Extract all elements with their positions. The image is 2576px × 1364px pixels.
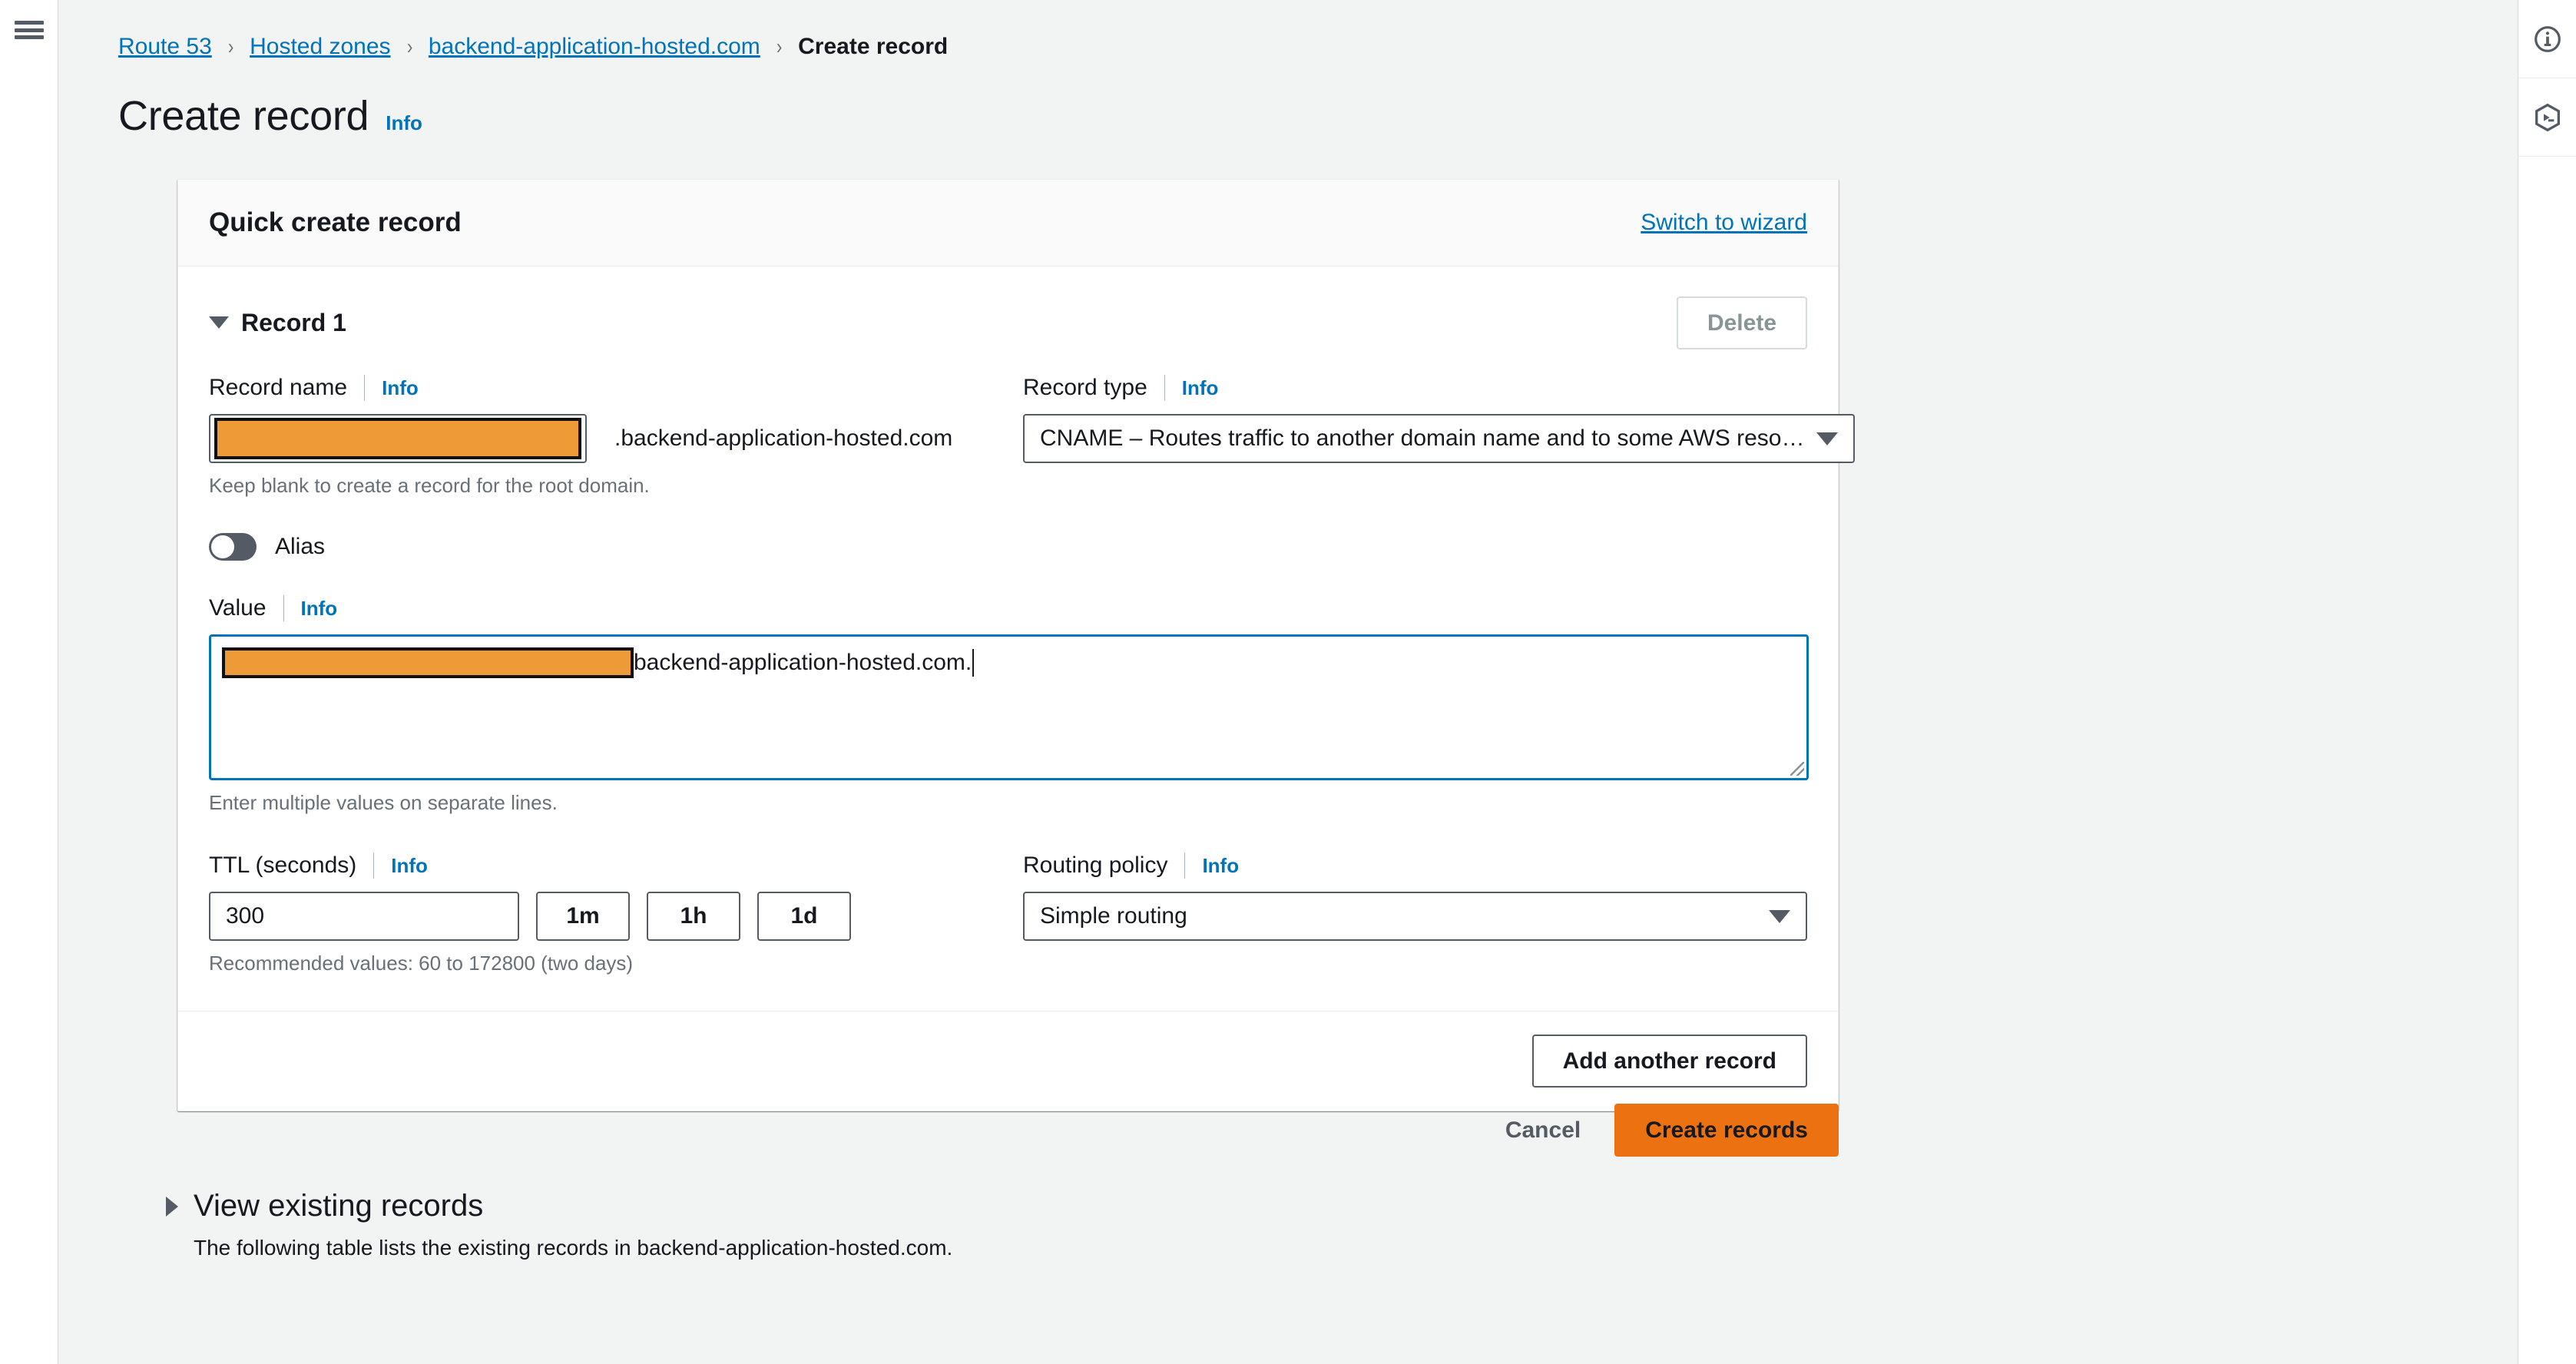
main-content: Route 53 › Hosted zones › backend-applic…: [58, 0, 2518, 1364]
value-label-row: Value Info: [209, 593, 1807, 624]
ttl-preset-1d-button[interactable]: 1d: [757, 892, 851, 941]
hamburger-bar: [15, 21, 44, 25]
card-header: Quick create record Switch to wizard: [178, 180, 1838, 267]
record-type-select[interactable]: CNAME – Routes traffic to another domain…: [1023, 414, 1856, 463]
hamburger-bar: [15, 28, 44, 32]
aws-console-page: Route 53 › Hosted zones › backend-applic…: [0, 0, 2576, 1364]
view-existing-records-expander[interactable]: View existing records: [166, 1189, 1932, 1223]
record-name-domain-suffix: .backend-application-hosted.com: [614, 425, 953, 451]
breadcrumb-separator-icon: ›: [227, 35, 234, 58]
view-existing-records-title: View existing records: [194, 1189, 484, 1223]
ttl-label-row: TTL (seconds) Info: [209, 850, 1023, 881]
name-and-type-row: Record name Info .backend-application-ho…: [209, 372, 1856, 498]
switch-to-wizard-link[interactable]: Switch to wizard: [1641, 210, 1807, 236]
label-divider: [373, 852, 375, 879]
breadcrumb: Route 53 › Hosted zones › backend-applic…: [58, 0, 2518, 60]
menu-hamburger-icon[interactable]: [15, 19, 44, 41]
value-textarea-text: backend-application-hosted.com.: [634, 650, 972, 675]
alias-toggle-row[interactable]: Alias: [209, 533, 1807, 561]
info-circle-icon: [2534, 25, 2561, 52]
breadcrumb-separator-icon: ›: [776, 35, 783, 58]
record-title-label: Record 1: [241, 308, 346, 336]
view-existing-records-description: The following table lists the existing r…: [194, 1236, 953, 1260]
delete-record-button[interactable]: Delete: [1676, 296, 1807, 349]
record-name-info-link[interactable]: Info: [382, 376, 419, 400]
record-type-selected-value: CNAME – Routes traffic to another domain…: [1040, 425, 1805, 451]
hamburger-bar: [15, 35, 44, 39]
add-another-record-button[interactable]: Add another record: [1531, 1035, 1807, 1088]
label-divider: [364, 375, 366, 401]
record-type-info-link[interactable]: Info: [1182, 376, 1219, 400]
alias-toggle[interactable]: [209, 533, 257, 561]
ttl-hint: Recommended values: 60 to 172800 (two da…: [209, 952, 634, 975]
create-records-button[interactable]: Create records: [1614, 1104, 1839, 1157]
record-type-group: Record type Info CNAME – Routes traffic …: [1023, 372, 1856, 498]
routing-policy-select[interactable]: Simple routing: [1023, 892, 1807, 941]
ttl-label: TTL (seconds): [209, 852, 357, 878]
routing-policy-group: Routing policy Info Simple routing: [1023, 850, 1807, 975]
record-type-label-row: Record type Info: [1023, 372, 1855, 403]
breadcrumb-item-hosted-zone-name[interactable]: backend-application-hosted.com: [429, 34, 760, 60]
left-navigation-rail: [0, 0, 58, 1364]
alias-toggle-label: Alias: [275, 534, 326, 559]
record-name-input[interactable]: [209, 414, 587, 463]
routing-policy-selected-value: Simple routing: [1040, 903, 1187, 929]
ttl-group: TTL (seconds) Info 300 1m 1h 1d Recommen…: [209, 850, 1023, 975]
breadcrumb-separator-icon: ›: [406, 35, 412, 58]
routing-policy-label-row: Routing policy Info: [1023, 850, 1807, 881]
text-cursor: [972, 649, 975, 677]
card-title: Quick create record: [209, 207, 462, 237]
record-name-input-row: .backend-application-hosted.com: [209, 414, 1023, 463]
page-info-link[interactable]: Info: [386, 111, 422, 135]
label-divider: [1184, 852, 1186, 879]
routing-policy-info-link[interactable]: Info: [1202, 854, 1239, 878]
redaction-overlay: [214, 418, 581, 459]
view-existing-records-section: View existing records The following tabl…: [166, 1189, 1932, 1260]
record-name-label-row: Record name Info: [209, 372, 1023, 403]
cloudshell-button[interactable]: [2518, 78, 2576, 157]
card-body: Record 1 Delete Record name Info .backen…: [178, 267, 1856, 975]
ttl-preset-1m-button[interactable]: 1m: [536, 892, 630, 941]
info-panel-button[interactable]: [2518, 0, 2576, 78]
ttl-input-row: 300 1m 1h 1d: [209, 892, 1023, 941]
record-type-label: Record type: [1023, 375, 1147, 400]
chevron-down-icon: [209, 316, 229, 329]
routing-policy-label: Routing policy: [1023, 852, 1168, 878]
ttl-input[interactable]: 300: [209, 892, 519, 941]
label-divider: [283, 595, 284, 621]
toggle-knob: [211, 535, 234, 558]
ttl-preset-1h-button[interactable]: 1h: [647, 892, 740, 941]
value-label: Value: [209, 595, 267, 621]
record-name-hint: Keep blank to create a record for the ro…: [209, 474, 650, 497]
right-utility-rail: [2518, 0, 2576, 1364]
page-title: Create record: [118, 93, 369, 139]
value-group: Value Info backend-application-hosted.co…: [209, 593, 1809, 815]
page-header: Create record Info: [58, 60, 2518, 140]
page-actions: Cancel Create records: [177, 1104, 1839, 1157]
chevron-right-icon: [166, 1196, 178, 1217]
redaction-overlay: [222, 647, 634, 678]
ttl-and-routing-row: TTL (seconds) Info 300 1m 1h 1d Recommen…: [209, 850, 1807, 975]
textarea-resize-handle[interactable]: [1790, 762, 1804, 776]
value-info-link[interactable]: Info: [301, 597, 338, 621]
value-hint: Enter multiple values on separate lines.: [209, 791, 558, 814]
label-divider: [1164, 375, 1165, 401]
record-expander[interactable]: Record 1: [209, 309, 346, 337]
cancel-button[interactable]: Cancel: [1482, 1105, 1604, 1156]
chevron-down-icon: [1769, 909, 1790, 923]
breadcrumb-item-hosted-zones[interactable]: Hosted zones: [250, 34, 390, 60]
ttl-info-link[interactable]: Info: [391, 854, 428, 878]
record-name-label: Record name: [209, 375, 348, 400]
value-textarea-line: backend-application-hosted.com.: [222, 646, 1796, 680]
breadcrumb-item-route53[interactable]: Route 53: [118, 34, 212, 60]
quick-create-record-card: Quick create record Switch to wizard Rec…: [177, 179, 1856, 1111]
chevron-down-icon: [1816, 432, 1839, 445]
cloudshell-hexagon-icon: [2535, 103, 2560, 131]
record-header-row: Record 1 Delete: [209, 296, 1807, 349]
record-name-group: Record name Info .backend-application-ho…: [209, 372, 1023, 498]
breadcrumb-item-current: Create record: [798, 34, 949, 59]
value-textarea[interactable]: backend-application-hosted.com.: [209, 634, 1809, 780]
card-footer: Add another record: [178, 1011, 1838, 1111]
